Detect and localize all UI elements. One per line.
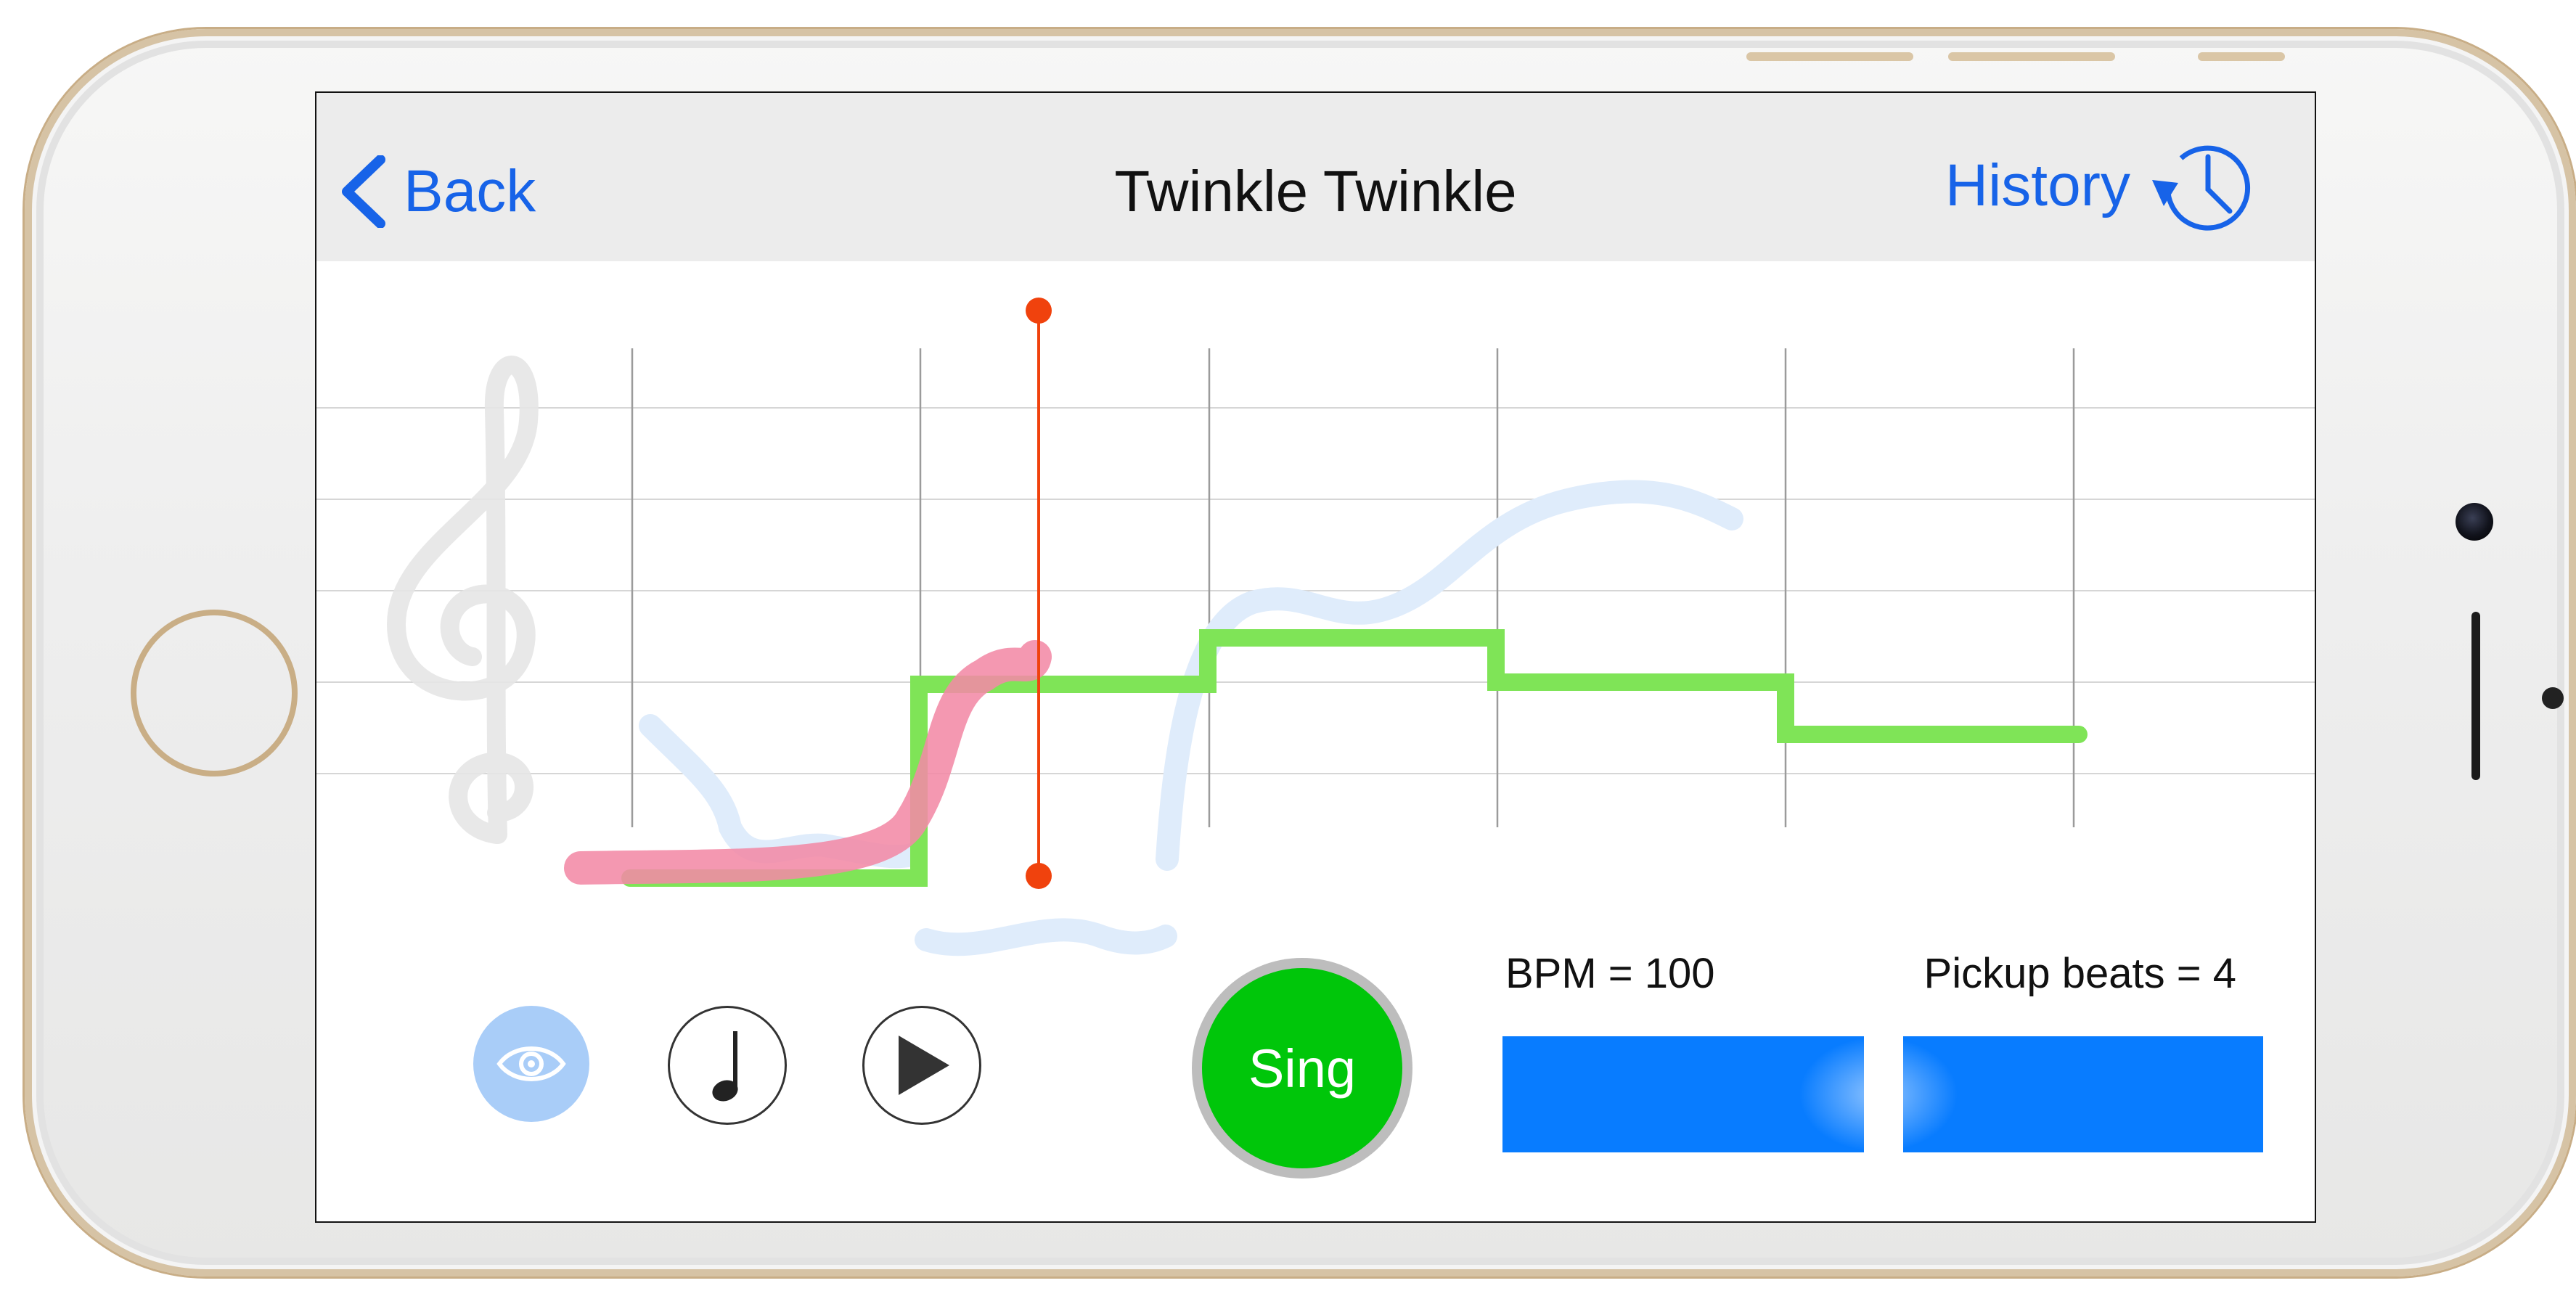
playhead-top-handle bbox=[1026, 298, 1052, 324]
navigation-bar: Back Twinkle Twinkle History bbox=[316, 93, 2315, 261]
app-screen: Back Twinkle Twinkle History Sing BPM = … bbox=[315, 91, 2316, 1223]
history-label: History bbox=[1945, 152, 2130, 218]
treble-clef-icon bbox=[387, 356, 539, 844]
proximity-sensor bbox=[2542, 687, 2564, 709]
mute-switch bbox=[2198, 52, 2285, 61]
volume-button bbox=[1948, 52, 2115, 61]
quarter-note-icon bbox=[712, 1031, 738, 1102]
pickup-beats-readout: Pickup beats = 4 bbox=[1923, 950, 2236, 997]
volume-button bbox=[1746, 52, 1913, 61]
home-button[interactable] bbox=[131, 610, 298, 776]
reference-note-button[interactable] bbox=[668, 1006, 787, 1125]
pitch-staff bbox=[316, 298, 2315, 956]
history-button[interactable]: History bbox=[1945, 135, 2255, 237]
earpiece-speaker bbox=[2471, 612, 2480, 780]
history-clock-icon bbox=[2152, 145, 2251, 231]
beat-lines bbox=[631, 348, 2075, 827]
sing-label: Sing bbox=[1248, 1038, 1357, 1099]
playhead-bottom-handle bbox=[1026, 863, 1052, 889]
bpm-readout: BPM = 100 bbox=[1505, 950, 1715, 997]
eye-icon bbox=[496, 1046, 566, 1081]
front-camera bbox=[2456, 503, 2493, 541]
staff-lines bbox=[316, 407, 2315, 774]
tempo-slider[interactable] bbox=[1502, 1036, 2263, 1152]
show-pitch-toggle[interactable] bbox=[473, 1006, 589, 1122]
sing-button[interactable]: Sing bbox=[1192, 958, 1412, 1179]
slider-thumb[interactable] bbox=[1864, 1036, 1903, 1152]
sing-button-face: Sing bbox=[1202, 968, 1402, 1168]
play-button[interactable] bbox=[862, 1006, 981, 1125]
play-icon bbox=[899, 1036, 949, 1095]
faint-previous-attempt bbox=[915, 918, 1177, 956]
